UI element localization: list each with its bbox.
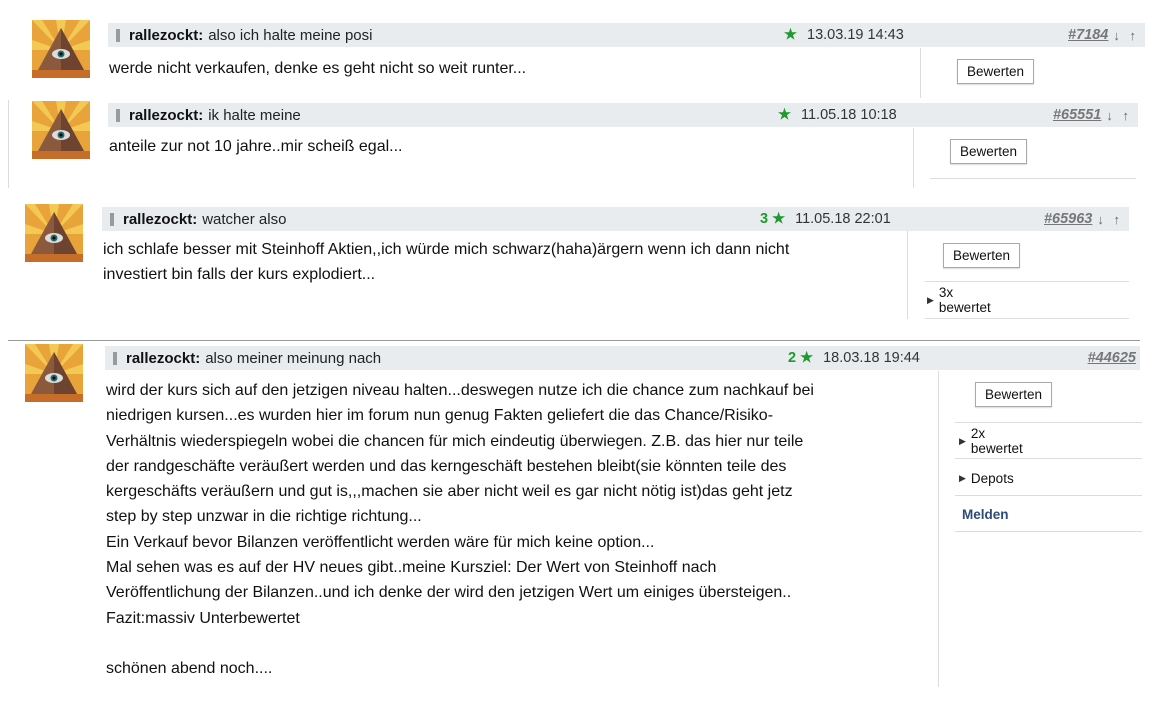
body-line: schönen abend noch.... — [106, 660, 273, 678]
body-line: ich schlafe besser mit Steinhoff Aktien,… — [103, 241, 790, 258]
body-line: der randgeschäfte veräußert werden und d… — [106, 457, 787, 475]
pyramid-eye-avatar-icon — [32, 101, 90, 159]
rated-count: 3x bewertet — [938, 285, 991, 315]
author-name[interactable]: rallezockt: — [123, 211, 197, 228]
post-number: #65551 ↓ ↑ — [1053, 103, 1132, 127]
post-meta: ★ 11.05.18 10:18 — [778, 103, 897, 127]
body-line: step by step unzwar in die richtige rich… — [106, 508, 422, 526]
divider — [907, 231, 908, 319]
post-meta: 3 ★ 11.05.18 22:01 — [760, 207, 891, 231]
post-body: ich schlafe besser mit Steinhoff Aktien,… — [103, 237, 903, 288]
body-line: anteile zur not 10 jahre..mir scheiß ega… — [109, 138, 403, 155]
author-name[interactable]: rallezockt: — [129, 107, 203, 124]
nav-arrows-icon[interactable]: ↓ ↑ — [1106, 108, 1132, 123]
post-date: 13.03.19 14:43 — [807, 27, 904, 43]
rate-button[interactable]: Bewerten — [950, 139, 1028, 164]
depots-label: Depots — [970, 470, 1014, 486]
post-body: anteile zur not 10 jahre..mir scheiß ega… — [109, 134, 909, 159]
avatar[interactable] — [32, 101, 90, 159]
post-number-link[interactable]: #65963 — [1044, 211, 1092, 227]
triangle-right-icon: ▶ — [959, 435, 966, 446]
rated-toggle[interactable]: ▶ 3x bewertet — [927, 285, 991, 315]
pyramid-eye-avatar-icon — [25, 344, 83, 402]
post-number-link[interactable]: #65551 — [1053, 107, 1101, 123]
body-line — [106, 631, 936, 656]
grip-icon — [113, 351, 117, 365]
divider — [920, 48, 921, 98]
rate-button[interactable]: Bewerten — [957, 59, 1035, 84]
post-date: 18.03.18 19:44 — [823, 350, 920, 366]
body-line: wird der kurs sich auf den jetzigen nive… — [106, 382, 814, 399]
post-number: #7184 ↓ ↑ — [1068, 23, 1139, 47]
author-name[interactable]: rallezockt: — [126, 350, 200, 367]
report-link[interactable]: Melden — [962, 505, 1009, 523]
triangle-right-icon: ▶ — [927, 294, 934, 305]
divider — [938, 371, 939, 687]
body-line: niedrigen kursen...es wurden hier im for… — [106, 407, 774, 425]
body-line: Veröffentlichung der Bilanzen..und ich d… — [106, 584, 792, 602]
post-subject: watcher also — [202, 210, 287, 228]
post-body: wird der kurs sich auf den jetzigen nive… — [106, 378, 936, 682]
post-subject: also ich halte meine posi — [208, 26, 373, 44]
rated-count: 2x bewertet — [970, 426, 1023, 456]
star-rating: 2 ★ — [788, 350, 814, 366]
grip-icon — [116, 28, 120, 42]
body-line: investiert bin falls der kurs explodiert… — [103, 266, 376, 284]
body-line: Verhältnis wiederspiegeln wobei die chan… — [106, 432, 804, 450]
post-header: rallezockt: ik halte meine ★ 11.05.18 10… — [108, 103, 1138, 127]
avatar[interactable] — [25, 204, 83, 262]
divider — [8, 100, 9, 188]
post-top-border — [8, 340, 1140, 341]
report-label: Melden — [962, 506, 1009, 522]
post-header: rallezockt: also meiner meinung nach 2 ★… — [105, 346, 1140, 370]
post-date: 11.05.18 10:18 — [801, 107, 897, 123]
pyramid-eye-avatar-icon — [25, 204, 83, 262]
post-date: 11.05.18 22:01 — [795, 211, 891, 227]
nav-arrows-icon[interactable]: ↓ ↑ — [1113, 28, 1139, 43]
divider — [913, 128, 914, 188]
grip-icon — [110, 212, 114, 226]
depots-toggle[interactable]: ▶ Depots — [959, 469, 1014, 487]
divider — [925, 281, 1129, 282]
rate-button[interactable]: Bewerten — [943, 243, 1021, 268]
star-rating: 3 ★ — [760, 211, 786, 227]
body-line: werde nicht verkaufen, denke es geht nic… — [109, 60, 527, 77]
divider — [955, 422, 1142, 423]
rate-button[interactable]: Bewerten — [975, 382, 1053, 407]
post-number-link[interactable]: #7184 — [1068, 27, 1108, 43]
post-header: rallezockt: watcher also 3 ★ 11.05.18 22… — [102, 207, 1129, 231]
author-name[interactable]: rallezockt: — [129, 27, 203, 44]
divider — [955, 495, 1142, 496]
post-number-link[interactable]: #44625 — [1088, 350, 1136, 366]
body-line: Ein Verkauf bevor Bilanzen veröffentlich… — [106, 533, 655, 551]
post-number: #65963 ↓ ↑ — [1044, 207, 1123, 231]
triangle-right-icon: ▶ — [959, 472, 966, 483]
post-number: #44625 — [1088, 346, 1136, 370]
body-line: kergeschäfts veräußern und gut is,,,mach… — [106, 483, 793, 501]
post-meta: 2 ★ 18.03.18 19:44 — [788, 346, 920, 370]
nav-arrows-icon[interactable]: ↓ ↑ — [1097, 212, 1123, 227]
post-header: rallezockt: also ich halte meine posi ★ … — [108, 23, 1145, 47]
body-line: Fazit:massiv Unterbewertet — [106, 609, 300, 627]
divider — [955, 531, 1142, 532]
rated-toggle[interactable]: ▶ 2x bewertet — [959, 426, 1023, 456]
body-line: Mal sehen was es auf der HV neues gibt..… — [106, 559, 717, 577]
divider — [955, 458, 1142, 459]
avatar[interactable] — [25, 344, 83, 402]
grip-icon — [116, 108, 120, 122]
post-body: werde nicht verkaufen, denke es geht nic… — [109, 56, 909, 81]
divider — [925, 318, 1129, 319]
post-subject: ik halte meine — [208, 106, 301, 124]
pyramid-eye-avatar-icon — [32, 20, 90, 78]
divider — [930, 178, 1136, 179]
post-subject: also meiner meinung nach — [205, 349, 382, 367]
post-meta: ★ 13.03.19 14:43 — [784, 23, 904, 47]
avatar[interactable] — [32, 20, 90, 78]
star-rating: ★ — [778, 107, 791, 123]
star-rating: ★ — [784, 27, 797, 43]
